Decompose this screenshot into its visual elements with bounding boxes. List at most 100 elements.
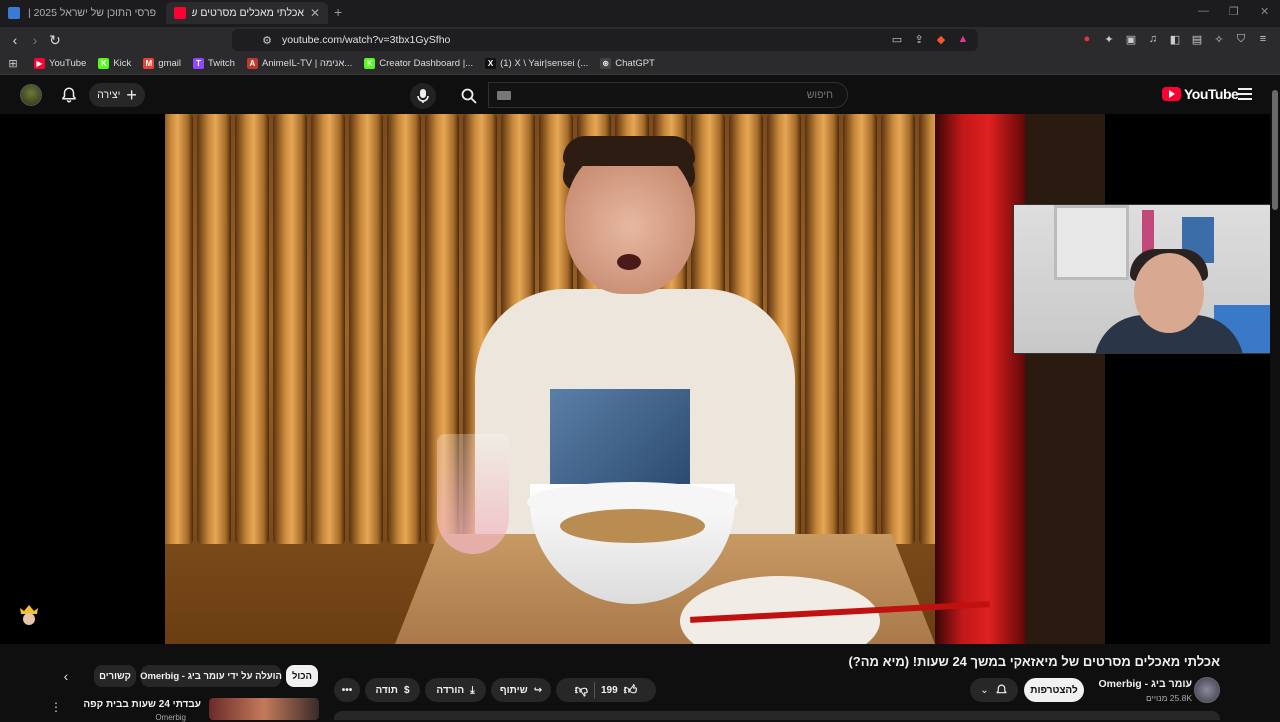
youtube-logo-text: YouTube xyxy=(1184,86,1239,102)
recommended-video-title[interactable]: עבדתי 24 שעות בבית קפה xyxy=(83,699,201,710)
youtube-header: יצירה + YouTube xyxy=(0,76,1280,114)
tab-title: פרסי התוכן של ישראל 2025 | הצביעו xyxy=(26,7,156,19)
dislike-icon[interactable]: 👎︎ xyxy=(575,682,588,698)
reload-icon[interactable]: ↻ xyxy=(46,31,64,49)
recommended-video-thumbnail[interactable] xyxy=(209,698,319,720)
bookmark-item[interactable]: K Kick xyxy=(98,58,131,69)
bookmark-favicon-icon: X xyxy=(485,58,497,69)
trophy-favicon-icon xyxy=(8,7,20,19)
keyboard-icon[interactable] xyxy=(497,91,511,100)
like-icon[interactable]: 👍︎ xyxy=(624,682,638,698)
bookmark-favicon-icon: T xyxy=(193,58,204,69)
apps-grid-icon[interactable]: ⊞ xyxy=(6,57,20,71)
bookmark-item[interactable]: X (1) X \ Yair|sensei (... xyxy=(485,58,588,69)
browser-tab-active[interactable]: אכלתי מאכלים מסרטים של מיאז ✕ xyxy=(166,2,328,24)
bookmark-item[interactable]: K Creator Dashboard |... xyxy=(364,58,473,69)
search-button[interactable] xyxy=(452,83,486,109)
more-vertical-icon[interactable]: ⋮ xyxy=(50,700,62,714)
microphone-icon xyxy=(417,89,429,103)
bookmark-item[interactable]: T Twitch xyxy=(193,58,235,69)
address-bar[interactable]: ⚙ youtube.com/watch?v=3tbx1GySfho ▭ ⇪ ◆ … xyxy=(232,29,978,51)
chips-scroll-left-icon[interactable]: ‹ xyxy=(58,668,74,684)
video-title: אכלתי מאכלים מסרטים של מיאזאקי במשך 24 ש… xyxy=(848,654,1220,669)
video-frame xyxy=(165,114,1105,644)
screenshot-icon[interactable]: ▣ xyxy=(1124,32,1138,46)
wallet-icon[interactable]: ▤ xyxy=(1190,32,1204,46)
video-details: אכלתי מאכלים מסרטים של מיאזאקי במשך 24 ש… xyxy=(0,644,1280,722)
new-tab-icon[interactable]: + xyxy=(334,4,342,20)
more-actions-button[interactable]: ••• xyxy=(334,678,360,702)
bookmark-item[interactable]: ⊛ ChatGPT xyxy=(600,58,655,69)
bookmark-favicon-icon: K xyxy=(98,58,110,69)
account-avatar[interactable] xyxy=(20,84,42,106)
bookmark-favicon-icon: ▶ xyxy=(34,58,45,69)
bookmark-item[interactable]: A AnimeIL-TV | אנימה... xyxy=(246,58,352,69)
youtube-logo[interactable]: YouTube xyxy=(1162,86,1239,102)
search-input[interactable] xyxy=(489,83,847,107)
share-icon: ↪ xyxy=(533,684,543,696)
close-window-icon[interactable]: ✕ xyxy=(1260,5,1269,18)
minimize-window-icon[interactable]: — xyxy=(1198,5,1209,17)
extensions-icon[interactable]: ✦ xyxy=(1102,32,1116,46)
like-count: 199 xyxy=(600,684,618,696)
voice-search-button[interactable] xyxy=(410,83,436,109)
guide-menu-icon[interactable] xyxy=(1238,88,1252,100)
back-icon[interactable]: ‹ xyxy=(6,31,24,49)
cast-icon[interactable]: ▭ xyxy=(890,32,904,46)
channel-name[interactable]: עומר ביג - Omerbig xyxy=(1099,678,1192,690)
filter-chip-related[interactable]: קשורים xyxy=(94,665,136,687)
bookmarks-bar: ⊞ ▶ YouTube K Kick Mgmail T Twitch A AnimeIL-TV … xyxy=(0,53,1280,75)
leo-ai-icon[interactable]: ✧ xyxy=(1212,32,1226,46)
browser-tab[interactable]: פרסי התוכן של ישראל 2025 | הצביעו xyxy=(0,2,164,24)
thanks-button[interactable]: תודה $ xyxy=(365,678,420,702)
thanks-label: תודה xyxy=(375,684,398,696)
sidebar-icon[interactable]: ◧ xyxy=(1168,32,1182,46)
description-box[interactable] xyxy=(334,711,1220,720)
bookmark-favicon-icon: ⊛ xyxy=(600,58,612,69)
bookmark-label: Kick xyxy=(113,58,132,69)
bookmark-favicon-icon: K xyxy=(364,58,376,69)
bookmark-item[interactable]: ▶ YouTube xyxy=(34,58,86,69)
browser-toolbar: ‹ › ↻ 🔖︎ ⚙ youtube.com/watch?v=3tbx1GySf… xyxy=(0,27,1280,53)
site-settings-icon[interactable]: ⚙ xyxy=(260,33,274,47)
download-button[interactable]: הורדה ⤓ xyxy=(425,678,486,702)
brave-shield-icon[interactable]: ◆ xyxy=(934,32,948,46)
crown-avatar-icon xyxy=(20,605,38,625)
filter-chip-all[interactable]: הכול xyxy=(286,665,318,687)
extension-record-icon[interactable]: ● xyxy=(1080,32,1094,46)
create-button[interactable]: יצירה + xyxy=(89,83,145,107)
share-button[interactable]: שיתוף ↪ xyxy=(491,678,551,702)
search-field[interactable] xyxy=(488,82,848,108)
plus-icon: + xyxy=(126,85,137,105)
channel-avatar[interactable] xyxy=(1194,677,1220,703)
browser-tab-strip: פרסי התוכן של ישראל 2025 | הצביעו אכלתי … xyxy=(0,0,1280,27)
super-thanks-icon: $ xyxy=(403,684,410,696)
vpn-shield-icon[interactable]: ⛉ xyxy=(1234,32,1248,46)
share-page-icon[interactable]: ⇪ xyxy=(912,32,926,46)
download-icon: ⤓ xyxy=(470,684,475,696)
youtube-play-logo-icon xyxy=(1162,87,1181,101)
youtube-favicon-icon xyxy=(174,7,186,19)
subscribe-button[interactable]: להצטרפות xyxy=(1024,678,1084,702)
brave-rewards-icon[interactable]: ▲ xyxy=(956,32,970,46)
browser-menu-icon[interactable]: ≡ xyxy=(1256,32,1270,46)
music-icon[interactable]: ♫ xyxy=(1146,32,1160,46)
restore-window-icon[interactable]: ❐ xyxy=(1229,5,1239,18)
bell-icon xyxy=(996,684,1007,694)
page-scrollbar[interactable] xyxy=(1270,76,1280,720)
bookmark-item[interactable]: Mgmail xyxy=(143,58,181,69)
bookmark-label: ChatGPT xyxy=(615,58,655,69)
bookmark-label: (1) X \ Yair|sensei (... xyxy=(500,58,589,69)
notifications-bell-icon[interactable] xyxy=(60,85,78,105)
bookmark-label: gmail xyxy=(158,58,181,69)
forward-icon[interactable]: › xyxy=(26,31,44,49)
filter-chip-uploaded-by[interactable]: הועלה על ידי עומר ביג - Omerbig xyxy=(140,665,282,687)
close-tab-icon[interactable]: ✕ xyxy=(310,6,320,20)
streamer-webcam-overlay xyxy=(1013,204,1270,354)
subscriber-count: 25.8K מנויים xyxy=(1146,693,1192,703)
notification-settings-button[interactable]: ⌄ xyxy=(970,678,1018,702)
download-label: הורדה xyxy=(436,684,465,696)
bookmark-favicon-icon: A xyxy=(246,58,258,69)
video-player[interactable] xyxy=(0,114,1270,644)
like-dislike-group: 👎︎ 199 👍︎ xyxy=(556,678,656,702)
